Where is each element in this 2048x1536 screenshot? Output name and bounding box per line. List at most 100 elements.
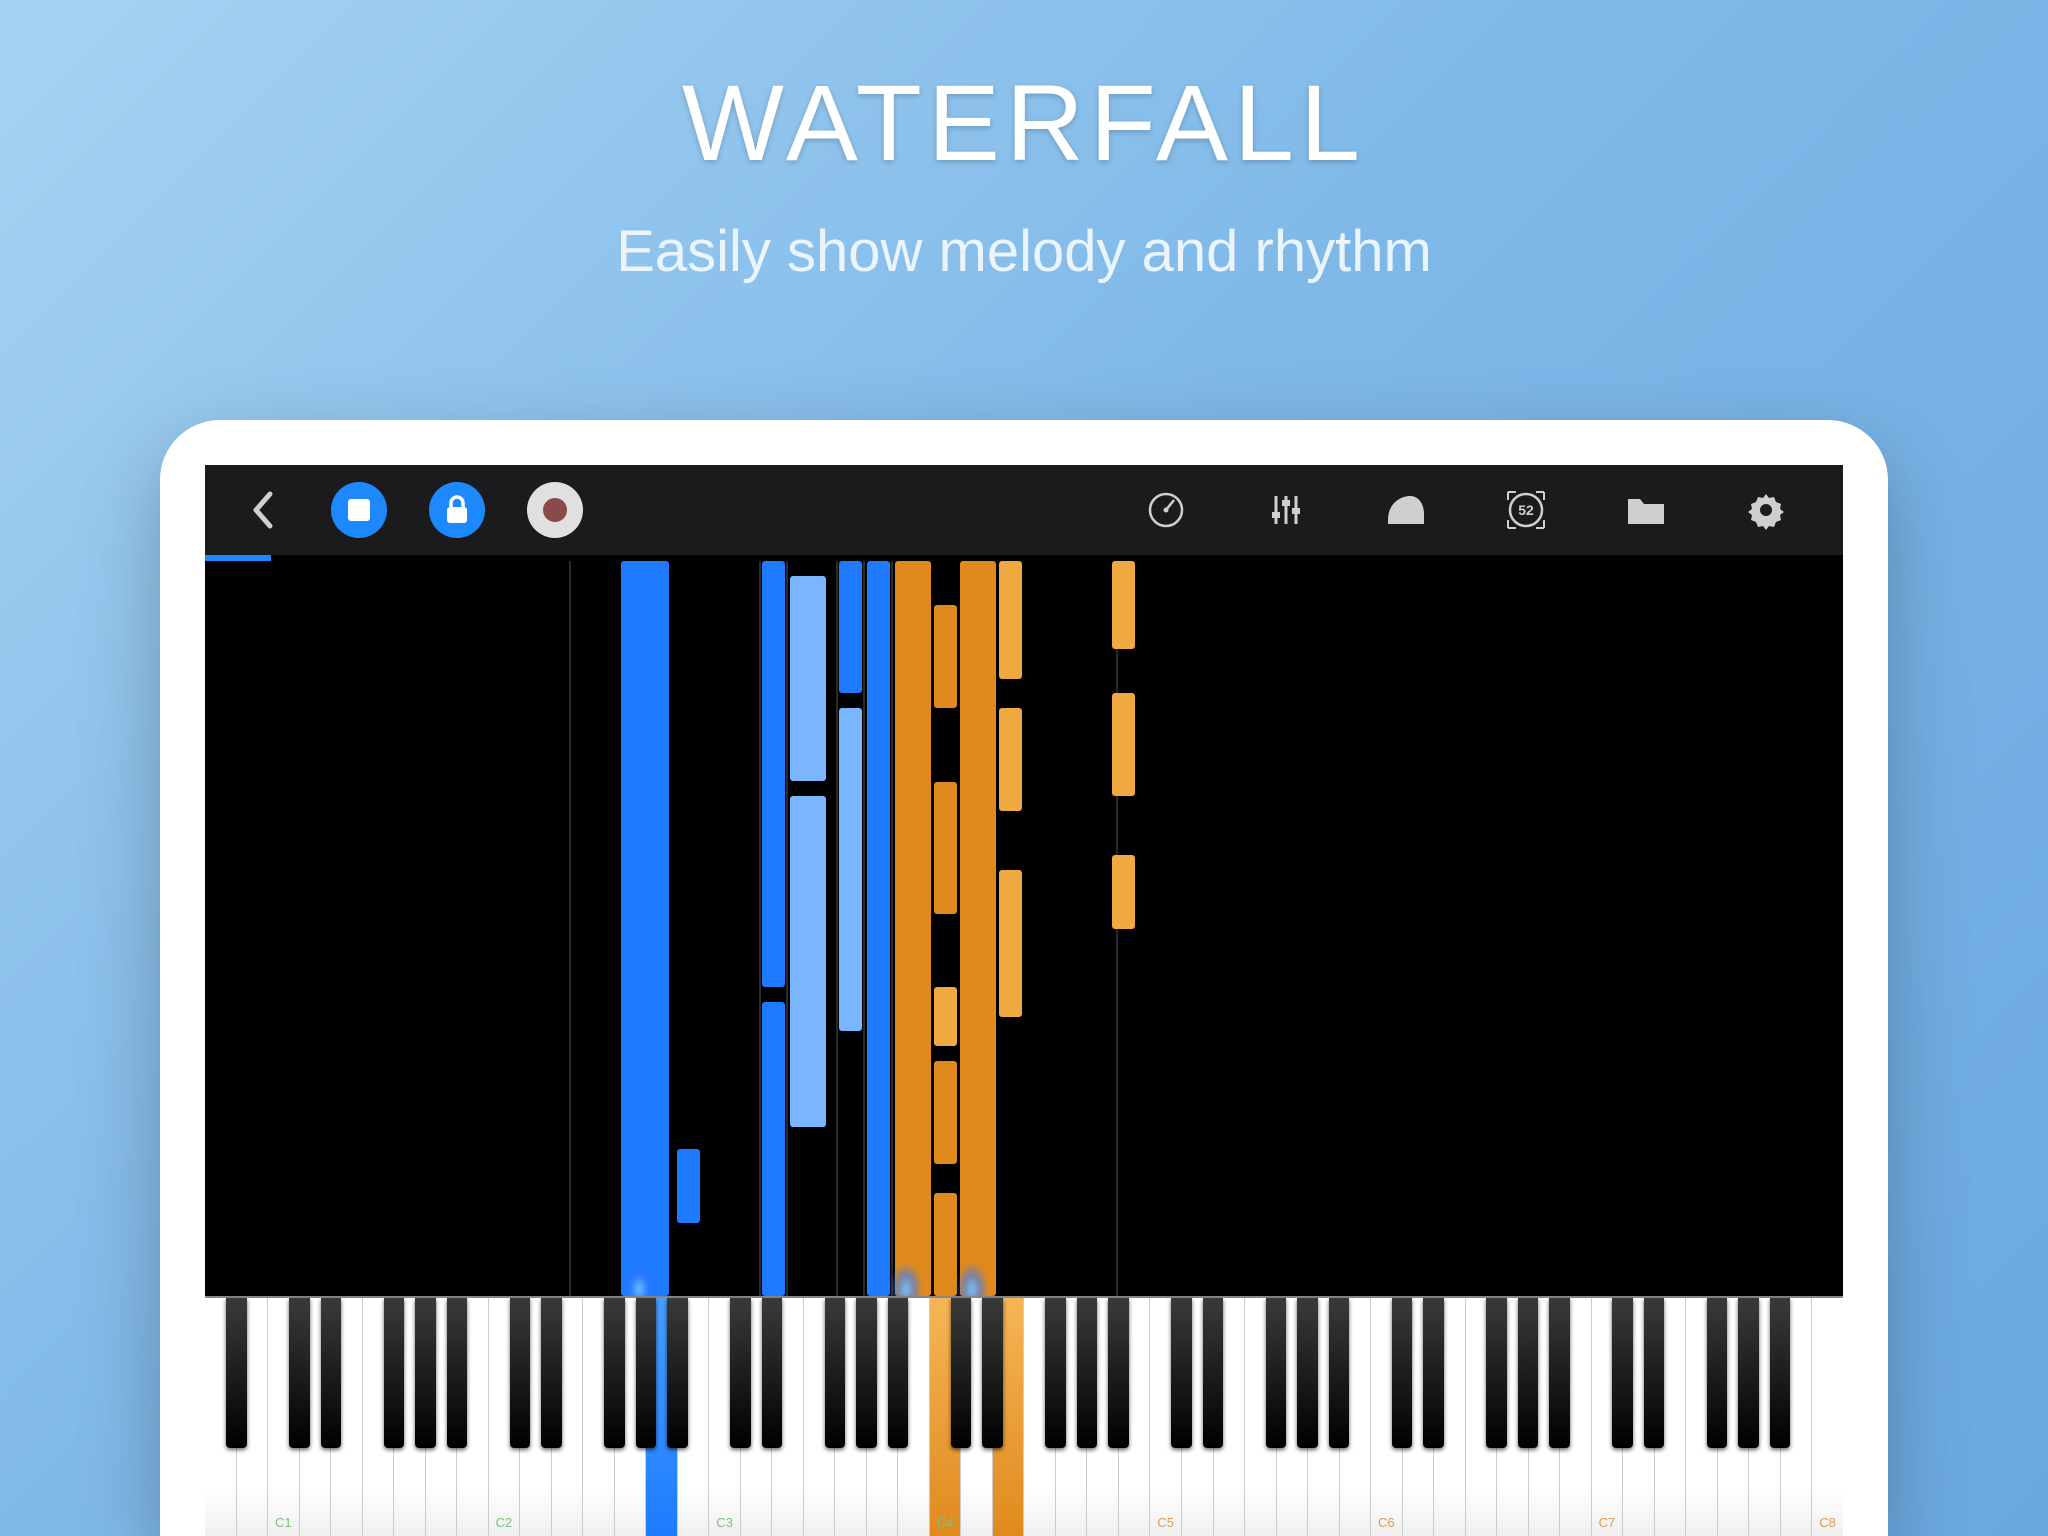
black-key[interactable] xyxy=(226,1298,246,1448)
stop-button[interactable] xyxy=(331,482,387,538)
octave-label: C3 xyxy=(709,1515,740,1530)
falling-note xyxy=(790,796,826,1127)
black-key[interactable] xyxy=(1423,1298,1443,1448)
piano-icon xyxy=(1384,492,1428,528)
mixer-button[interactable] xyxy=(1259,483,1313,537)
files-button[interactable] xyxy=(1619,483,1673,537)
black-key[interactable] xyxy=(1297,1298,1317,1448)
falling-note xyxy=(895,561,931,1296)
falling-note xyxy=(999,561,1022,679)
marker-button[interactable]: 52 xyxy=(1499,483,1553,537)
black-key[interactable] xyxy=(1486,1298,1506,1448)
piano-keyboard[interactable]: C1 C2 C3 C4 C5 C6 C7 C8 xyxy=(205,1296,1843,1536)
black-key[interactable] xyxy=(762,1298,782,1448)
svg-text:52: 52 xyxy=(1518,502,1534,518)
black-key[interactable] xyxy=(730,1298,750,1448)
instrument-button[interactable] xyxy=(1379,483,1433,537)
falling-note xyxy=(934,1193,957,1296)
record-icon xyxy=(541,496,569,524)
black-key[interactable] xyxy=(1077,1298,1097,1448)
black-key[interactable] xyxy=(1738,1298,1758,1448)
black-key[interactable] xyxy=(321,1298,341,1448)
speedometer-icon xyxy=(1146,490,1186,530)
settings-button[interactable] xyxy=(1739,483,1793,537)
black-key[interactable] xyxy=(447,1298,467,1448)
hero-subtitle: Easily show melody and rhythm xyxy=(0,218,2048,285)
black-key[interactable] xyxy=(1612,1298,1632,1448)
black-key[interactable] xyxy=(1707,1298,1727,1448)
black-key[interactable] xyxy=(636,1298,656,1448)
guide-line xyxy=(836,561,838,1296)
black-key[interactable] xyxy=(1549,1298,1569,1448)
black-key[interactable] xyxy=(415,1298,435,1448)
falling-note xyxy=(677,1149,700,1223)
black-key[interactable] xyxy=(1770,1298,1790,1448)
guide-line xyxy=(569,561,571,1296)
black-key[interactable] xyxy=(384,1298,404,1448)
falling-note xyxy=(934,1061,957,1164)
record-button[interactable] xyxy=(527,482,583,538)
guide-line xyxy=(1116,561,1118,1296)
falling-note xyxy=(839,708,862,1031)
guide-line xyxy=(786,561,788,1296)
black-key[interactable] xyxy=(289,1298,309,1448)
lock-icon xyxy=(444,495,470,525)
chevron-left-icon xyxy=(248,490,276,530)
black-key[interactable] xyxy=(1171,1298,1191,1448)
black-key[interactable] xyxy=(510,1298,530,1448)
falling-note xyxy=(790,576,826,782)
white-key[interactable]: C8 xyxy=(1812,1298,1843,1536)
black-key[interactable] xyxy=(604,1298,624,1448)
black-key[interactable] xyxy=(825,1298,845,1448)
falling-note xyxy=(867,561,890,1296)
stop-icon xyxy=(348,499,370,521)
falling-note xyxy=(934,782,957,914)
falling-note xyxy=(762,1002,785,1296)
folder-icon xyxy=(1625,493,1667,527)
waterfall-area[interactable] xyxy=(205,561,1843,1296)
falling-note xyxy=(934,605,957,708)
tablet-frame: 52 C1 C2 C3 C4 C5 C6 C7 C8 xyxy=(160,420,1888,1536)
black-key[interactable] xyxy=(667,1298,687,1448)
falling-note xyxy=(1112,855,1135,929)
guide-line xyxy=(759,561,761,1296)
octave-label: C6 xyxy=(1371,1515,1402,1530)
falling-note xyxy=(999,870,1022,1017)
octave-label: C1 xyxy=(268,1515,299,1530)
black-key[interactable] xyxy=(1266,1298,1286,1448)
back-button[interactable] xyxy=(235,483,289,537)
black-key[interactable] xyxy=(1518,1298,1538,1448)
black-key[interactable] xyxy=(888,1298,908,1448)
guide-line xyxy=(891,561,893,1296)
black-key[interactable] xyxy=(1392,1298,1412,1448)
black-key[interactable] xyxy=(1329,1298,1349,1448)
sliders-icon xyxy=(1266,490,1306,530)
marker-badge-icon: 52 xyxy=(1505,489,1547,531)
falling-note xyxy=(999,708,1022,811)
toolbar: 52 xyxy=(205,465,1843,555)
lock-button[interactable] xyxy=(429,482,485,538)
falling-note xyxy=(960,561,996,1296)
octave-label: C4 xyxy=(930,1515,961,1530)
octave-label: C8 xyxy=(1812,1515,1843,1530)
guide-line xyxy=(863,561,865,1296)
falling-note xyxy=(649,561,669,1296)
falling-note xyxy=(1112,693,1135,796)
black-key[interactable] xyxy=(1203,1298,1223,1448)
black-key[interactable] xyxy=(1108,1298,1128,1448)
app-screen: 52 C1 C2 C3 C4 C5 C6 C7 C8 xyxy=(205,465,1843,1536)
black-key[interactable] xyxy=(1644,1298,1664,1448)
black-key[interactable] xyxy=(951,1298,971,1448)
octave-label: C5 xyxy=(1150,1515,1181,1530)
falling-note xyxy=(762,561,785,987)
gear-icon xyxy=(1746,490,1786,530)
octave-label: C7 xyxy=(1592,1515,1623,1530)
black-key[interactable] xyxy=(1045,1298,1065,1448)
falling-note xyxy=(1112,561,1135,649)
tempo-button[interactable] xyxy=(1139,483,1193,537)
black-key[interactable] xyxy=(856,1298,876,1448)
octave-label: C2 xyxy=(489,1515,520,1530)
black-key[interactable] xyxy=(541,1298,561,1448)
black-key[interactable] xyxy=(982,1298,1002,1448)
hero-title: WATERFALL xyxy=(0,60,2048,185)
